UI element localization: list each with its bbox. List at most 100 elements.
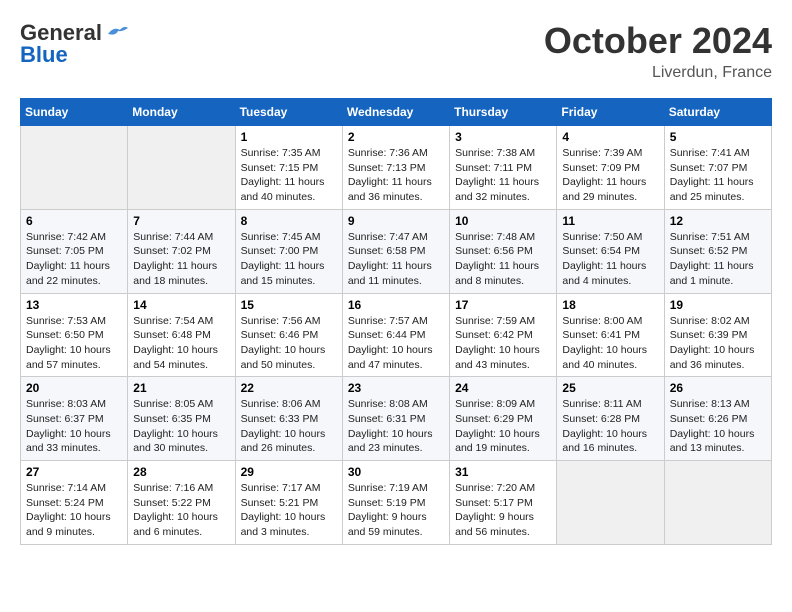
day-number: 6	[26, 214, 122, 228]
calendar-cell: 30 Sunrise: 7:19 AMSunset: 5:19 PMDayligh…	[342, 461, 449, 545]
title-block: October 2024 Liverdun, France	[544, 20, 772, 82]
day-info: Sunrise: 7:42 AMSunset: 7:05 PMDaylight:…	[26, 230, 122, 289]
day-info: Sunrise: 7:47 AMSunset: 6:58 PMDaylight:…	[348, 230, 444, 289]
day-number: 7	[133, 214, 229, 228]
day-number: 5	[670, 130, 766, 144]
calendar-cell: 19Sunrise: 8:02 AMSunset: 6:39 PMDayligh…	[664, 293, 771, 377]
calendar-cell: 8Sunrise: 7:45 AMSunset: 7:00 PMDaylight…	[235, 209, 342, 293]
weekday-header-wednesday: Wednesday	[342, 99, 449, 126]
calendar-cell: 14 Sunrise: 7:54 AMSunset: 6:48 PMDayligh…	[128, 293, 235, 377]
day-number: 25	[562, 381, 658, 395]
day-number: 13	[26, 298, 122, 312]
weekday-header-thursday: Thursday	[450, 99, 557, 126]
week-row-1: 1 Sunrise: 7:35 AMSunset: 7:15 PMDaylight…	[21, 126, 772, 210]
day-info: Sunrise: 7:50 AMSunset: 6:54 PMDaylight:…	[562, 230, 658, 289]
calendar-cell: 31 Sunrise: 7:20 AMSunset: 5:17 PMDayligh…	[450, 461, 557, 545]
day-number: 2	[348, 130, 444, 144]
week-row-4: 20 Sunrise: 8:03 AMSunset: 6:37 PMDayligh…	[21, 377, 772, 461]
day-info: Sunrise: 7:19 AMSunset: 5:19 PMDaylight:…	[348, 481, 444, 540]
day-number: 22	[241, 381, 337, 395]
calendar-cell: 21 Sunrise: 8:05 AMSunset: 6:35 PMDayligh…	[128, 377, 235, 461]
day-info: Sunrise: 7:36 AMSunset: 7:13 PMDaylight:…	[348, 146, 444, 205]
day-info: Sunrise: 8:00 AMSunset: 6:41 PMDaylight:…	[562, 314, 658, 373]
day-number: 12	[670, 214, 766, 228]
day-info: Sunrise: 7:53 AMSunset: 6:50 PMDaylight:…	[26, 314, 122, 373]
weekday-header-saturday: Saturday	[664, 99, 771, 126]
weekday-header-row: SundayMondayTuesdayWednesdayThursdayFrid…	[21, 99, 772, 126]
calendar-cell: 26 Sunrise: 8:13 AMSunset: 6:26 PMDayligh…	[664, 377, 771, 461]
month-title: October 2024	[544, 20, 772, 62]
day-info: Sunrise: 7:35 AMSunset: 7:15 PMDaylight:…	[241, 146, 337, 205]
day-number: 29	[241, 465, 337, 479]
day-info: Sunrise: 8:08 AMSunset: 6:31 PMDaylight:…	[348, 397, 444, 456]
page-header: General Blue October 2024 Liverdun, Fran…	[20, 20, 772, 82]
day-info: Sunrise: 8:05 AMSunset: 6:35 PMDaylight:…	[133, 397, 229, 456]
day-info: Sunrise: 7:59 AMSunset: 6:42 PMDaylight:…	[455, 314, 551, 373]
day-info: Sunrise: 7:20 AMSunset: 5:17 PMDaylight:…	[455, 481, 551, 540]
day-number: 24	[455, 381, 551, 395]
day-number: 27	[26, 465, 122, 479]
day-info: Sunrise: 8:03 AMSunset: 6:37 PMDaylight:…	[26, 397, 122, 456]
calendar-cell: 27 Sunrise: 7:14 AMSunset: 5:24 PMDayligh…	[21, 461, 128, 545]
calendar-cell: 2 Sunrise: 7:36 AMSunset: 7:13 PMDaylight…	[342, 126, 449, 210]
day-info: Sunrise: 7:16 AMSunset: 5:22 PMDaylight:…	[133, 481, 229, 540]
day-number: 4	[562, 130, 658, 144]
calendar-cell	[557, 461, 664, 545]
calendar-cell: 13 Sunrise: 7:53 AMSunset: 6:50 PMDayligh…	[21, 293, 128, 377]
calendar-cell: 18 Sunrise: 8:00 AMSunset: 6:41 PMDayligh…	[557, 293, 664, 377]
day-info: Sunrise: 8:02 AMSunset: 6:39 PMDaylight:…	[670, 314, 766, 373]
day-number: 1	[241, 130, 337, 144]
day-number: 28	[133, 465, 229, 479]
day-info: Sunrise: 8:13 AMSunset: 6:26 PMDaylight:…	[670, 397, 766, 456]
calendar-cell: 10 Sunrise: 7:48 AMSunset: 6:56 PMDayligh…	[450, 209, 557, 293]
day-info: Sunrise: 7:44 AMSunset: 7:02 PMDaylight:…	[133, 230, 229, 289]
calendar-cell: 28 Sunrise: 7:16 AMSunset: 5:22 PMDayligh…	[128, 461, 235, 545]
day-info: Sunrise: 7:14 AMSunset: 5:24 PMDaylight:…	[26, 481, 122, 540]
calendar-cell: 11 Sunrise: 7:50 AMSunset: 6:54 PMDayligh…	[557, 209, 664, 293]
calendar-cell: 15 Sunrise: 7:56 AMSunset: 6:46 PMDayligh…	[235, 293, 342, 377]
calendar-cell: 23 Sunrise: 8:08 AMSunset: 6:31 PMDayligh…	[342, 377, 449, 461]
day-number: 21	[133, 381, 229, 395]
day-number: 26	[670, 381, 766, 395]
calendar-cell: 20 Sunrise: 8:03 AMSunset: 6:37 PMDayligh…	[21, 377, 128, 461]
day-info: Sunrise: 7:56 AMSunset: 6:46 PMDaylight:…	[241, 314, 337, 373]
day-info: Sunrise: 7:54 AMSunset: 6:48 PMDaylight:…	[133, 314, 229, 373]
day-info: Sunrise: 7:48 AMSunset: 6:56 PMDaylight:…	[455, 230, 551, 289]
weekday-header-sunday: Sunday	[21, 99, 128, 126]
day-number: 23	[348, 381, 444, 395]
logo-blue: Blue	[20, 42, 68, 68]
day-number: 31	[455, 465, 551, 479]
day-info: Sunrise: 7:41 AMSunset: 7:07 PMDaylight:…	[670, 146, 766, 205]
calendar-cell: 5 Sunrise: 7:41 AMSunset: 7:07 PMDaylight…	[664, 126, 771, 210]
calendar-cell: 24Sunrise: 8:09 AMSunset: 6:29 PMDayligh…	[450, 377, 557, 461]
day-number: 17	[455, 298, 551, 312]
day-number: 11	[562, 214, 658, 228]
calendar-cell	[664, 461, 771, 545]
calendar-cell: 9Sunrise: 7:47 AMSunset: 6:58 PMDaylight…	[342, 209, 449, 293]
day-number: 10	[455, 214, 551, 228]
day-number: 14	[133, 298, 229, 312]
weekday-header-monday: Monday	[128, 99, 235, 126]
week-row-3: 13 Sunrise: 7:53 AMSunset: 6:50 PMDayligh…	[21, 293, 772, 377]
calendar-cell: 12Sunrise: 7:51 AMSunset: 6:52 PMDayligh…	[664, 209, 771, 293]
week-row-2: 6 Sunrise: 7:42 AMSunset: 7:05 PMDaylight…	[21, 209, 772, 293]
calendar-cell: 16Sunrise: 7:57 AMSunset: 6:44 PMDayligh…	[342, 293, 449, 377]
calendar-table: SundayMondayTuesdayWednesdayThursdayFrid…	[20, 98, 772, 545]
calendar-cell: 3Sunrise: 7:38 AMSunset: 7:11 PMDaylight…	[450, 126, 557, 210]
day-info: Sunrise: 8:06 AMSunset: 6:33 PMDaylight:…	[241, 397, 337, 456]
day-number: 15	[241, 298, 337, 312]
day-number: 30	[348, 465, 444, 479]
day-info: Sunrise: 8:11 AMSunset: 6:28 PMDaylight:…	[562, 397, 658, 456]
day-info: Sunrise: 7:38 AMSunset: 7:11 PMDaylight:…	[455, 146, 551, 205]
week-row-5: 27 Sunrise: 7:14 AMSunset: 5:24 PMDayligh…	[21, 461, 772, 545]
calendar-cell: 29Sunrise: 7:17 AMSunset: 5:21 PMDayligh…	[235, 461, 342, 545]
day-number: 20	[26, 381, 122, 395]
day-number: 16	[348, 298, 444, 312]
calendar-cell: 7 Sunrise: 7:44 AMSunset: 7:02 PMDaylight…	[128, 209, 235, 293]
day-number: 8	[241, 214, 337, 228]
weekday-header-friday: Friday	[557, 99, 664, 126]
location: Liverdun, France	[544, 64, 772, 82]
calendar-cell: 4Sunrise: 7:39 AMSunset: 7:09 PMDaylight…	[557, 126, 664, 210]
calendar-cell	[128, 126, 235, 210]
day-number: 18	[562, 298, 658, 312]
